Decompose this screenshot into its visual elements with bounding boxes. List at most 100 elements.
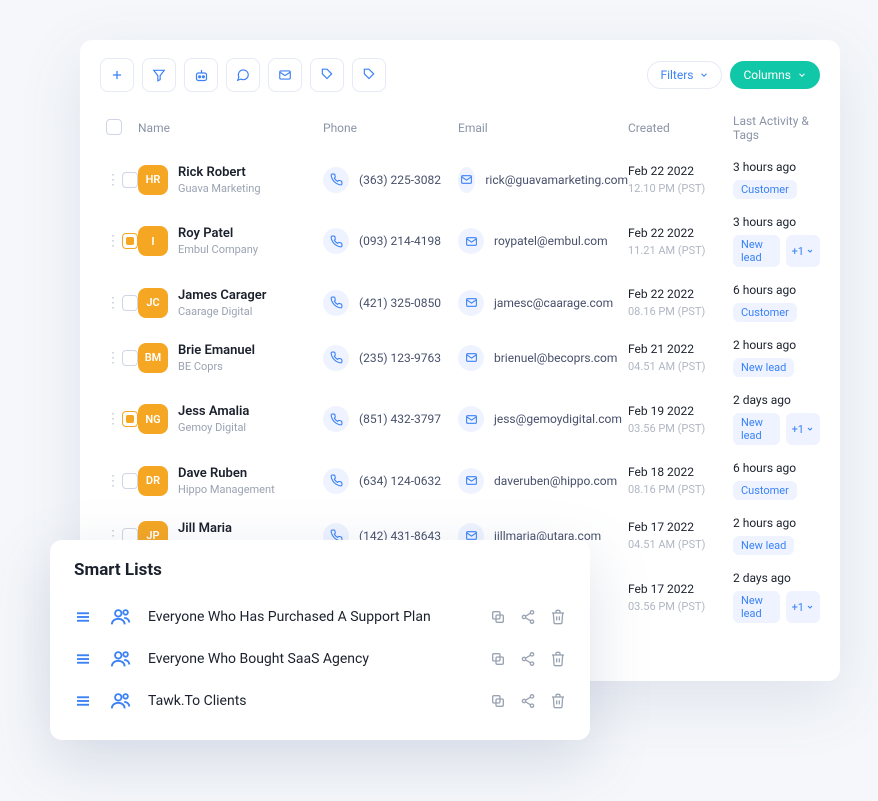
row-checkbox[interactable] <box>122 233 138 249</box>
contact-name[interactable]: Brie Emanuel <box>178 343 255 358</box>
share-button[interactable] <box>520 651 536 667</box>
email-value: daveruben@hippo.com <box>494 474 617 488</box>
header-email: Email <box>458 121 628 135</box>
created-time: 03.56 PM (PST) <box>628 600 733 613</box>
tag-badge[interactable]: Customer <box>733 180 797 199</box>
tag-badge[interactable]: Customer <box>733 303 797 322</box>
mail-icon[interactable] <box>458 167 475 193</box>
copy-button[interactable] <box>490 609 506 625</box>
tag-badge[interactable]: New lead <box>733 413 780 445</box>
drag-handle[interactable]: ⋮ <box>106 172 116 188</box>
row-checkbox[interactable] <box>122 473 138 489</box>
created-time: 12.10 PM (PST) <box>628 182 733 195</box>
phone-icon[interactable] <box>323 228 349 254</box>
drag-handle[interactable]: ⋮ <box>106 473 116 489</box>
avatar: DR <box>138 466 168 496</box>
select-all-checkbox[interactable] <box>106 119 122 135</box>
contact-company: Gemoy Digital <box>178 421 249 434</box>
email-value: roypatel@embul.com <box>494 234 608 248</box>
delete-button[interactable] <box>550 651 566 667</box>
mail-icon[interactable] <box>458 406 484 432</box>
smart-list-label: Everyone Who Has Purchased A Support Pla… <box>148 609 474 625</box>
contact-company: Guava Marketing <box>178 182 261 195</box>
contact-name[interactable]: Rick Robert <box>178 165 261 180</box>
smart-list-item[interactable]: Tawk.To Clients <box>74 680 566 722</box>
table-row: ⋮ DR Dave Ruben Hippo Management (634) 1… <box>100 453 820 508</box>
tag-badge[interactable]: New lead <box>733 536 794 555</box>
contact-name[interactable]: James Carager <box>178 288 266 303</box>
delete-button[interactable] <box>550 693 566 709</box>
email-button[interactable] <box>268 58 302 92</box>
smart-list-label: Everyone Who Bought SaaS Agency <box>148 651 474 667</box>
contact-name[interactable]: Roy Patel <box>178 226 258 241</box>
tag-badge[interactable]: New lead <box>733 235 780 267</box>
people-icon <box>110 606 132 628</box>
table-row: ⋮ BM Brie Emanuel BE Coprs (235) 123-976… <box>100 330 820 385</box>
activity-value: 2 days ago <box>733 393 820 407</box>
plus-icon <box>110 68 124 82</box>
filter-button[interactable] <box>142 58 176 92</box>
table-row: ⋮ I Roy Patel Embul Company (093) 214-41… <box>100 207 820 275</box>
chevron-down-icon <box>699 70 709 80</box>
toolbar: Filters Columns <box>100 58 820 92</box>
mail-icon[interactable] <box>458 468 484 494</box>
row-checkbox[interactable] <box>122 172 138 188</box>
drag-handle[interactable]: ⋮ <box>106 295 116 311</box>
more-tags-button[interactable]: +1 <box>786 413 820 445</box>
copy-button[interactable] <box>490 693 506 709</box>
table-header: Name Phone Email Created Last Activity &… <box>100 110 820 152</box>
phone-icon[interactable] <box>323 290 349 316</box>
row-checkbox[interactable] <box>122 411 138 427</box>
share-button[interactable] <box>520 609 536 625</box>
drag-icon[interactable] <box>74 650 94 668</box>
created-date: Feb 18 2022 <box>628 465 733 479</box>
tag-badge[interactable]: New lead <box>733 358 794 377</box>
add-button[interactable] <box>100 58 134 92</box>
filters-dropdown[interactable]: Filters <box>647 61 722 89</box>
share-button[interactable] <box>520 693 536 709</box>
mail-icon[interactable] <box>458 345 484 371</box>
drag-icon[interactable] <box>74 608 94 626</box>
more-tags-button[interactable]: +1 <box>786 591 820 623</box>
tag-badge[interactable]: New lead <box>733 591 780 623</box>
drag-handle[interactable]: ⋮ <box>106 411 116 427</box>
chat-button[interactable] <box>226 58 260 92</box>
drag-handle[interactable]: ⋮ <box>106 233 116 249</box>
tag1-button[interactable] <box>310 58 344 92</box>
contact-name[interactable]: Jess Amalia <box>178 404 249 419</box>
email-value: brienuel@becoprs.com <box>494 351 617 365</box>
tag-badge[interactable]: Customer <box>733 481 797 500</box>
header-name: Name <box>138 121 323 135</box>
smart-list-item[interactable]: Everyone Who Bought SaaS Agency <box>74 638 566 680</box>
drag-icon[interactable] <box>74 692 94 710</box>
phone-value: (235) 123-9763 <box>359 351 441 365</box>
contact-company: Embul Company <box>178 243 258 256</box>
delete-button[interactable] <box>550 609 566 625</box>
contact-name[interactable]: Jill Maria <box>178 521 238 536</box>
chat-icon <box>236 68 250 82</box>
phone-icon[interactable] <box>323 468 349 494</box>
phone-icon[interactable] <box>323 167 349 193</box>
phone-icon[interactable] <box>323 345 349 371</box>
created-time: 08.16 PM (PST) <box>628 483 733 496</box>
row-checkbox[interactable] <box>122 295 138 311</box>
phone-icon[interactable] <box>323 406 349 432</box>
contact-name[interactable]: Dave Ruben <box>178 466 275 481</box>
more-tags-button[interactable]: +1 <box>786 235 820 267</box>
tag2-button[interactable] <box>352 58 386 92</box>
created-time: 04.51 AM (PST) <box>628 538 733 551</box>
copy-button[interactable] <box>490 651 506 667</box>
email-value: jess@gemoydigital.com <box>494 412 622 426</box>
row-checkbox[interactable] <box>122 350 138 366</box>
mail-icon[interactable] <box>458 290 484 316</box>
created-time: 11.21 AM (PST) <box>628 244 733 257</box>
drag-handle[interactable]: ⋮ <box>106 350 116 366</box>
mail-icon[interactable] <box>458 228 484 254</box>
table-row: ⋮ NG Jess Amalia Gemoy Digital (851) 432… <box>100 385 820 453</box>
created-time: 08.16 PM (PST) <box>628 305 733 318</box>
columns-dropdown[interactable]: Columns <box>730 61 820 89</box>
smart-list-item[interactable]: Everyone Who Has Purchased A Support Pla… <box>74 596 566 638</box>
chevron-down-icon <box>797 70 807 80</box>
bot-button[interactable] <box>184 58 218 92</box>
activity-value: 2 days ago <box>733 571 820 585</box>
